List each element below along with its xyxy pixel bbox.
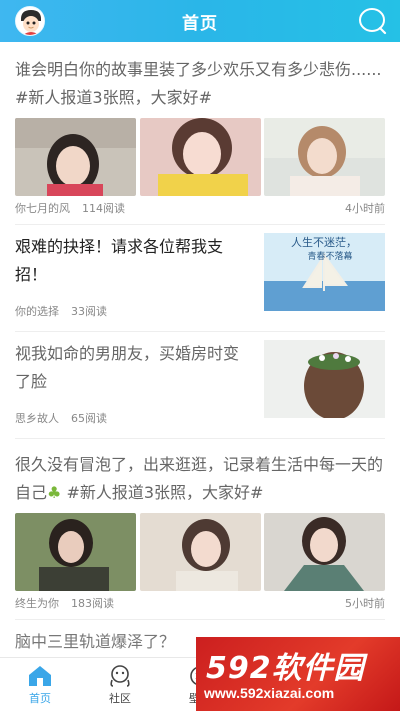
feed-item[interactable]: 很久没有冒泡了，出来逛逛，记录着生活中每一天的自己♣ #新人报道3张照，大家好#: [0, 439, 400, 615]
nav-item-home[interactable]: 首页: [0, 658, 80, 711]
avatar[interactable]: [15, 6, 45, 36]
post-author[interactable]: 思乡故人: [15, 410, 59, 426]
post-image[interactable]: [15, 118, 136, 196]
post-images: [15, 118, 385, 196]
post-reads: 65阅读: [71, 412, 107, 425]
post-reads: 33阅读: [71, 305, 107, 318]
post-time: 4小时前: [345, 202, 385, 215]
nav-label: 首页: [29, 691, 51, 705]
post-image[interactable]: [15, 513, 136, 591]
post-image[interactable]: [264, 118, 385, 196]
feed-list: 谁会明白你的故事里装了多少欢乐又有多少悲伤...... #新人报道3张照，大家好…: [0, 42, 400, 657]
post-image[interactable]: [264, 513, 385, 591]
post-title: 艰难的抉择！请求各位帮我支招！: [15, 237, 224, 284]
post-image[interactable]: [264, 340, 385, 418]
post-hashtag[interactable]: #新人报道3张照，大家好#: [66, 483, 263, 502]
post-images: [15, 513, 385, 591]
app-header: 首页: [0, 0, 400, 42]
post-meta: 你七月的风 114阅读 4小时前: [15, 196, 385, 220]
feed-item[interactable]: 视我如命的男朋友，买婚房时变了脸 思乡故人 65阅读: [0, 332, 400, 438]
thumb-caption: 青春不落幕: [307, 250, 352, 262]
watermark-logo: 592软件园: [206, 651, 365, 686]
emoji-icon: ♣: [47, 483, 62, 502]
home-icon: [29, 665, 51, 686]
nav-item-community[interactable]: 社区: [80, 658, 160, 711]
feed-item[interactable]: 艰难的抉择！请求各位帮我支招！ 你的选择 33阅读 人生不迷茫， 青春不落幕: [0, 225, 400, 331]
post-image[interactable]: [139, 118, 261, 196]
watermark-banner: 592软件园 www.592xiazai.com: [196, 637, 400, 711]
post-image[interactable]: 人生不迷茫， 青春不落幕: [264, 233, 385, 311]
community-icon: [110, 664, 130, 687]
post-reads: 183阅读: [71, 597, 114, 610]
page-title: 首页: [182, 13, 218, 34]
watermark-url: www.592xiazai.com: [204, 685, 335, 701]
nav-label: 社区: [109, 691, 131, 705]
post-meta: 你的选择 33阅读: [15, 299, 251, 323]
post-author[interactable]: 终生为你: [15, 595, 59, 611]
post-title-block: 很久没有冒泡了，出来逛逛，记录着生活中每一天的自己♣ #新人报道3张照，大家好#: [15, 451, 385, 507]
avatar-icon: [16, 7, 44, 35]
post-time: 5小时前: [345, 597, 385, 610]
search-button[interactable]: [358, 6, 388, 36]
post-reads: 114阅读: [82, 202, 125, 215]
post-meta: 终生为你 183阅读 5小时前: [15, 591, 385, 615]
post-meta: 思乡故人 65阅读: [15, 406, 251, 430]
post-title: 视我如命的男朋友，买婚房时变了脸: [15, 344, 240, 391]
post-image[interactable]: [139, 513, 261, 591]
feed-item[interactable]: 谁会明白你的故事里装了多少欢乐又有多少悲伤...... #新人报道3张照，大家好…: [0, 42, 400, 220]
post-title: 谁会明白你的故事里装了多少欢乐又有多少悲伤...... #新人报道3张照，大家好…: [15, 60, 382, 107]
thumb-caption: 人生不迷茫，: [291, 235, 357, 249]
post-author[interactable]: 你的选择: [15, 303, 59, 319]
search-icon: [359, 8, 387, 35]
post-text-block: 艰难的抉择！请求各位帮我支招！ 你的选择 33阅读: [15, 233, 251, 323]
post-author[interactable]: 你七月的风: [15, 200, 70, 216]
post-text-block: 视我如命的男朋友，买婚房时变了脸 思乡故人 65阅读: [15, 340, 251, 430]
